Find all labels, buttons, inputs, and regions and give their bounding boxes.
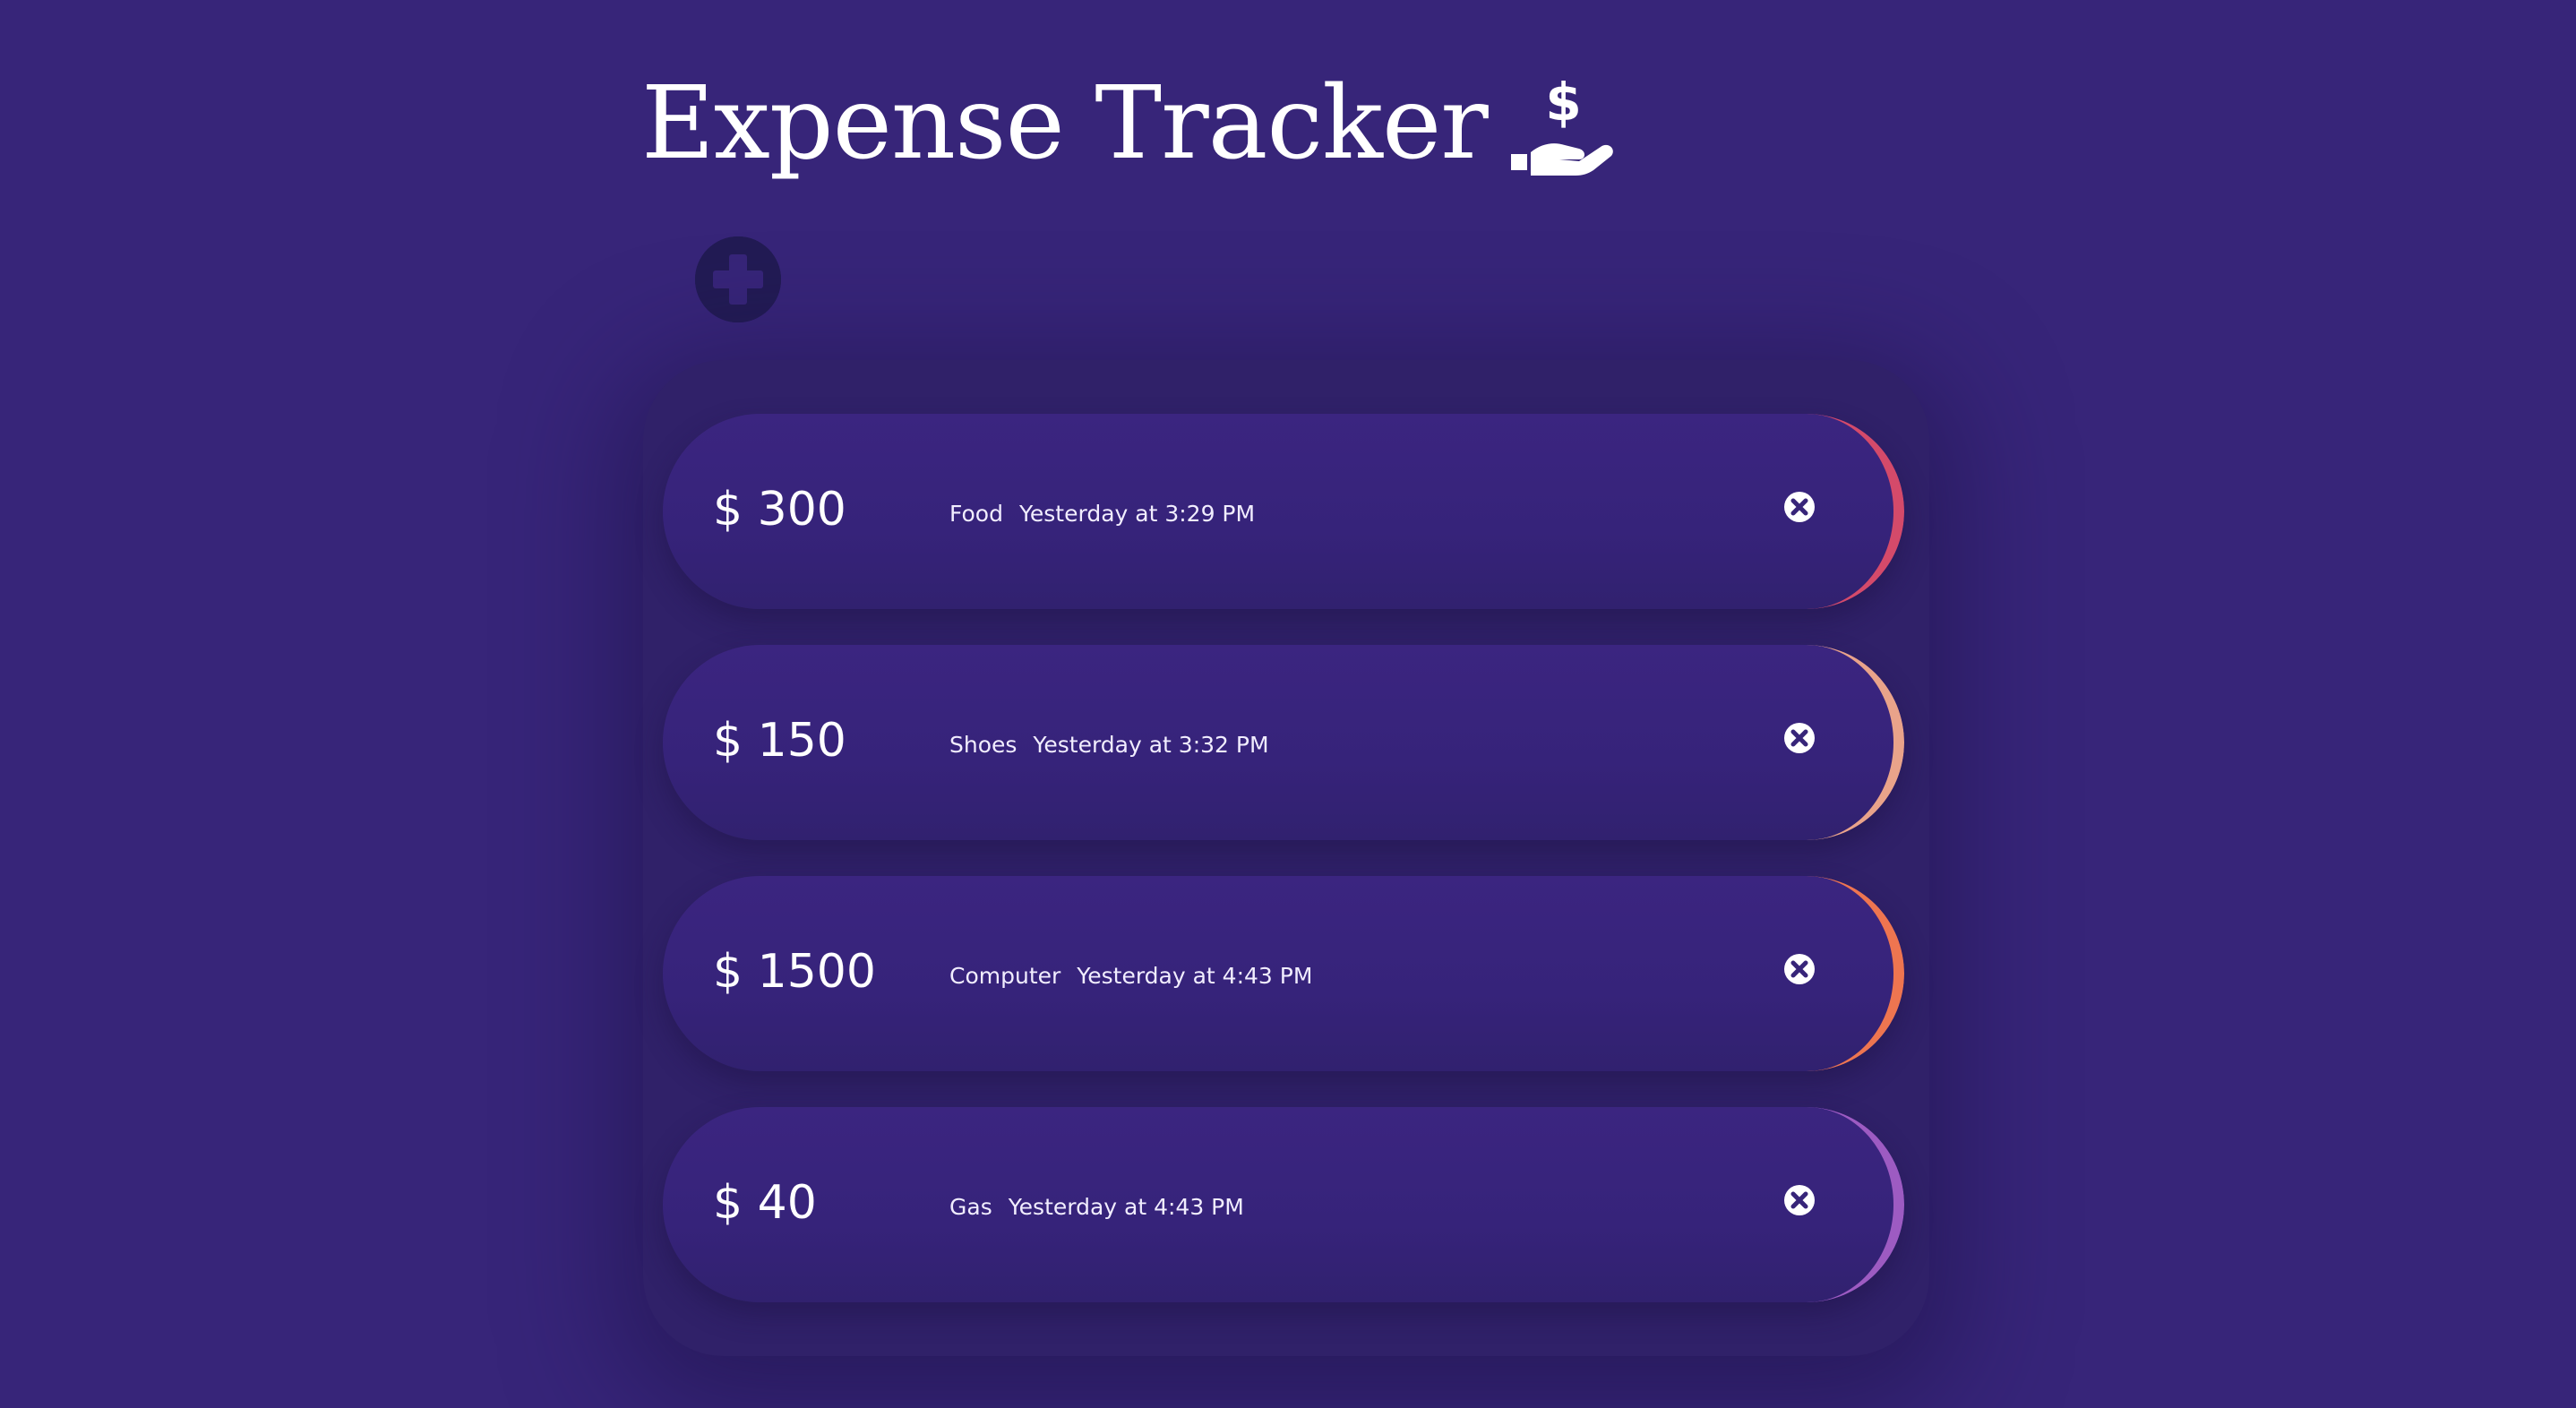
plus-circle-icon [695,236,781,322]
expense-category: Food [949,501,1003,527]
expense-date: Yesterday at 3:32 PM [1033,732,1269,758]
expense-item: $ 1500 Computer Yesterday at 4:43 PM [663,876,1904,1071]
expense-item: $ 150 Shoes Yesterday at 3:32 PM [663,645,1904,840]
close-circle-icon [1784,492,1815,522]
expense-item: $ 40 Gas Yesterday at 4:43 PM [663,1107,1904,1302]
expense-date: Yesterday at 4:43 PM [1077,963,1313,989]
close-circle-icon [1784,954,1815,984]
delete-expense-button[interactable] [1782,952,1816,986]
expense-category: Shoes [949,732,1018,758]
hand-holding-dollar-icon: $ [1507,72,1615,176]
expense-category: Computer [949,963,1061,989]
expense-date: Yesterday at 4:43 PM [1008,1194,1244,1220]
expense-amount: $ 150 [713,714,846,768]
expense-date: Yesterday at 3:29 PM [1018,501,1256,527]
expense-meta: Shoes Yesterday at 3:32 PM [949,730,1269,760]
expense-meta: Gas Yesterday at 4:43 PM [949,1192,1244,1223]
expense-category: Gas [949,1194,992,1220]
expense-amount: $ 300 [713,483,846,537]
expense-amount: $ 40 [713,1176,817,1230]
expense-meta: Food Yesterday at 3:29 PM [949,499,1255,529]
expense-meta: Computer Yesterday at 4:43 PM [949,961,1312,992]
close-circle-icon [1784,1185,1815,1215]
delete-expense-button[interactable] [1782,721,1816,755]
delete-expense-button[interactable] [1782,490,1816,524]
expense-item: $ 300 Food Yesterday at 3:29 PM [663,414,1904,609]
page-title-text: Expense Tracker [641,65,1489,182]
close-circle-icon [1784,723,1815,753]
page-title: Expense Tracker $ [641,61,1615,186]
expense-amount: $ 1500 [713,945,876,999]
add-expense-button[interactable] [695,236,781,322]
svg-text:$: $ [1545,77,1580,133]
expense-list: $ 300 Food Yesterday at 3:29 PM $ 150 Sho… [643,360,1929,1356]
delete-expense-button[interactable] [1782,1183,1816,1217]
